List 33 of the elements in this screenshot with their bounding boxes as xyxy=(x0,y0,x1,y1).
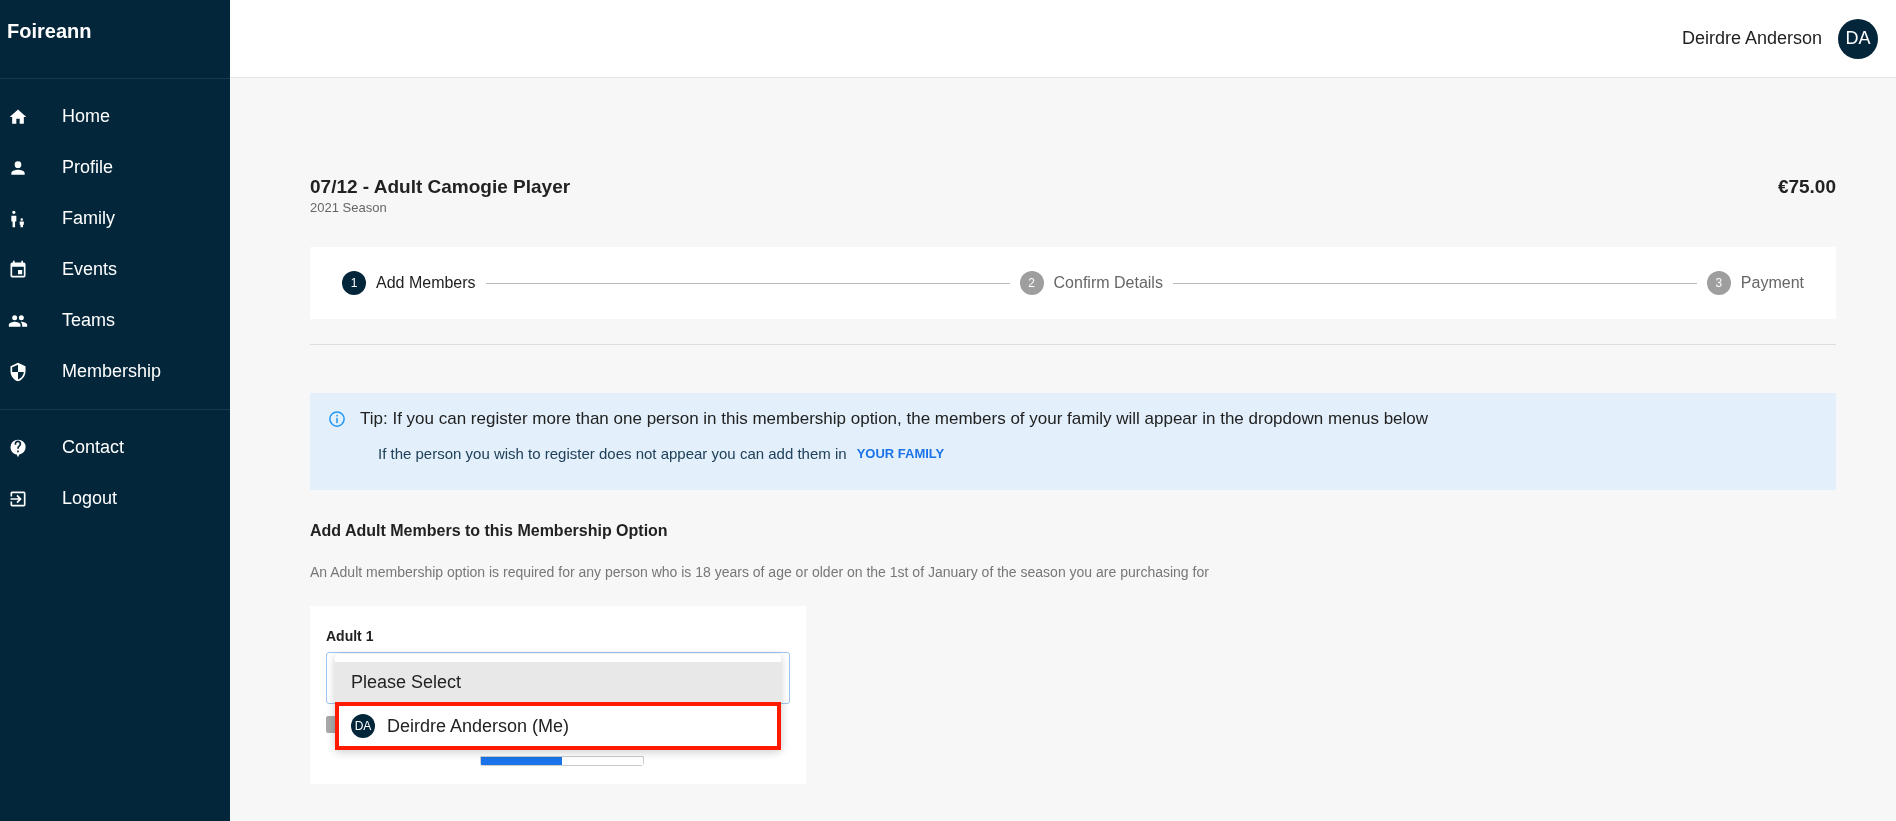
section-heading: Add Adult Members to this Membership Option xyxy=(310,522,669,540)
nav-item[interactable]: Logout xyxy=(0,473,230,524)
user-avatar[interactable]: DA xyxy=(1838,18,1878,59)
step-label: Add Members xyxy=(376,274,476,292)
season-label: 2021 Season xyxy=(310,200,388,215)
price: €75.00 xyxy=(1777,176,1836,199)
step-label: Confirm Details xyxy=(1053,274,1163,292)
step-label: Payment xyxy=(1740,274,1804,292)
section-description: An Adult membership option is required for any person who is 18 years of age or older on the 1st of January of the season you are purchasing for xyxy=(310,564,1210,580)
nav-item[interactable]: Home xyxy=(0,91,230,142)
step-number: 2 xyxy=(1019,271,1044,295)
nav-item[interactable]: Membership xyxy=(0,346,230,397)
user-name: Deirdre Anderson xyxy=(1681,28,1822,49)
your-family-link[interactable]: YOUR FAMILY xyxy=(856,446,945,461)
brand-name: Foireann xyxy=(6,19,93,44)
tip-subtext: If the person you wish to register does not appear you can add them in xyxy=(378,445,847,462)
step-number: 3 xyxy=(1706,271,1731,295)
nav-item[interactable]: Contact xyxy=(0,422,230,473)
nav-item[interactable]: Teams xyxy=(0,295,230,346)
step-number: 1 xyxy=(342,271,366,295)
tip-text: Tip: If you can register more than one person in this membership option, the members of your family will appear in the dropdown menus below xyxy=(360,409,1429,429)
nav-item[interactable]: Profile xyxy=(0,142,230,193)
nav-item[interactable]: Events xyxy=(0,244,230,295)
member-avatar: DA xyxy=(351,714,375,738)
dropdown-option[interactable]: Please Select xyxy=(335,662,781,702)
adult-label: Adult 1 xyxy=(326,628,375,644)
help-icon xyxy=(8,437,28,458)
shield-icon xyxy=(8,361,28,382)
dropdown-option[interactable]: DA Deirdre Anderson (Me) xyxy=(335,702,781,750)
nav-item[interactable]: Family xyxy=(0,193,230,244)
info-icon xyxy=(328,410,346,428)
calendar-icon xyxy=(8,259,28,280)
membership-title: 07/12 - Adult Camogie Player xyxy=(310,176,571,198)
